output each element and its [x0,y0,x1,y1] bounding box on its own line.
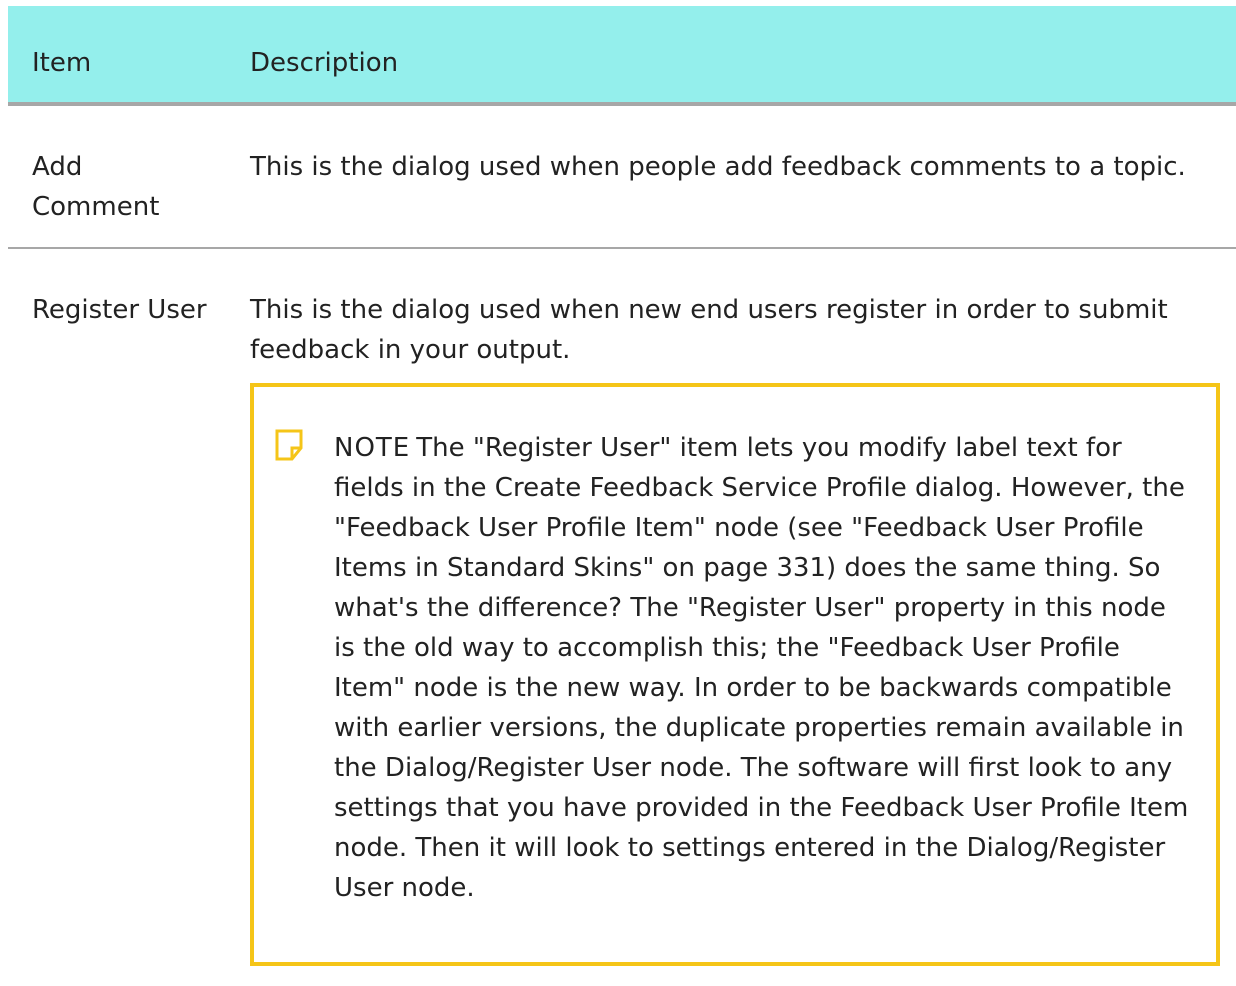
row-description-register-user: This is the dialog used when new end use… [250,295,1168,365]
header-description: Description [250,48,399,78]
note-body: The "Register User" item lets you modify… [334,433,1189,903]
row-item-register-user: Register User [32,295,207,325]
table-header: Item Description [8,6,1236,106]
note-text-block: NOTE The "Register User" item lets you mo… [334,428,1194,908]
note-box: NOTE The "Register User" item lets you mo… [250,383,1220,966]
table-row: Add Comment This is the dialog used when… [8,106,1236,249]
header-item: Item [32,48,92,78]
property-table: Item Description Add Comment This is the… [8,6,1236,969]
table-row: Register User This is the dialog used wh… [8,249,1236,969]
note-icon [274,428,304,462]
row-item-add-comment: Add Comment [32,152,160,222]
row-description-add-comment: This is the dialog used when people add … [250,152,1186,182]
note-label: NOTE [334,433,411,463]
